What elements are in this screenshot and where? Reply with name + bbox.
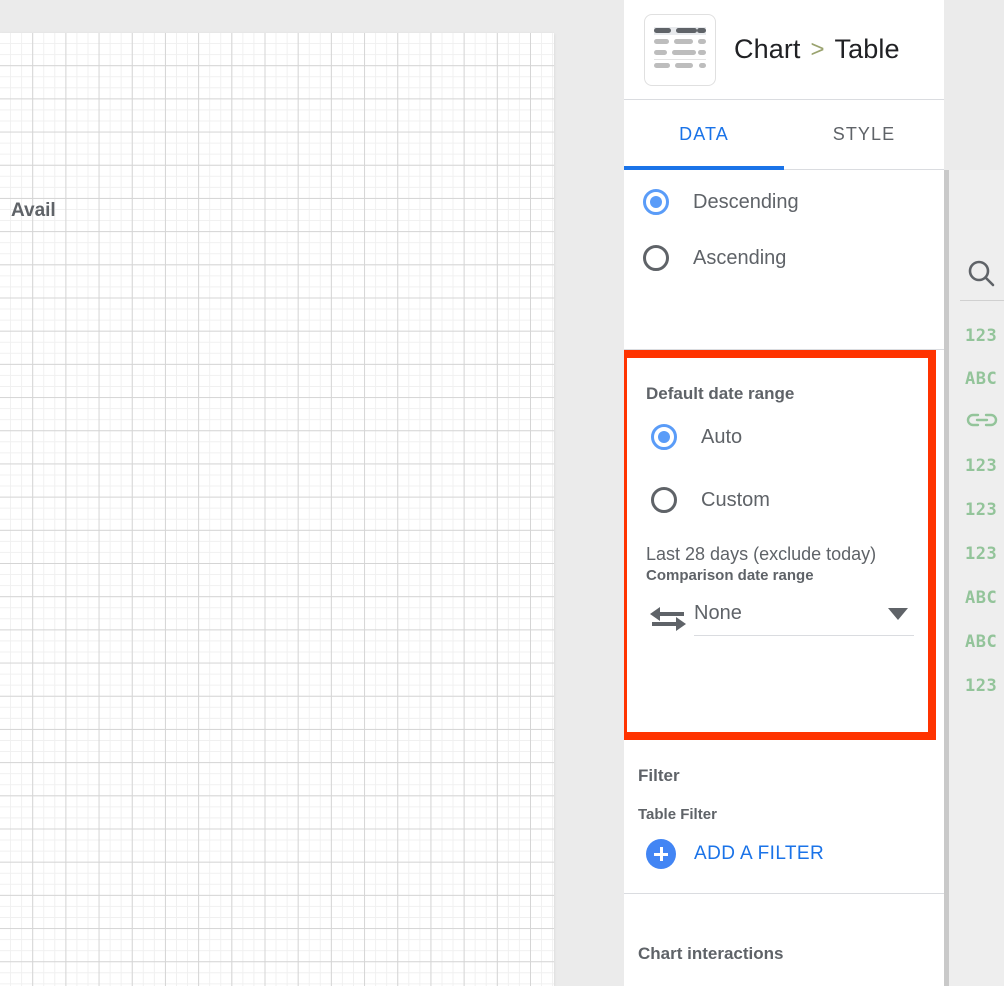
canvas-area <box>0 0 624 986</box>
table-icon-row <box>654 62 706 70</box>
field-type-badge[interactable]: ABC <box>965 632 997 652</box>
field-type-badge[interactable]: 123 <box>965 544 997 564</box>
tab-style[interactable]: STYLE <box>784 100 944 169</box>
date-range-option-custom[interactable]: Custom <box>646 470 914 530</box>
date-range-note: Last 28 days (exclude today) <box>646 544 914 565</box>
highlight-box-default-date-range: Default date range Auto Custom Last 28 d… <box>624 350 936 740</box>
comparison-date-range-title: Comparison date range <box>646 567 914 584</box>
date-range-option-custom-label: Custom <box>701 489 770 512</box>
chart-interactions-title: Chart interactions <box>638 900 930 964</box>
chevron-down-icon[interactable] <box>888 608 908 620</box>
comparison-date-range-dropdown[interactable]: None <box>694 602 914 636</box>
field-type-badge-link[interactable] <box>965 410 999 435</box>
filter-section: Filter Table Filter ADD A FILTER <box>624 740 944 894</box>
sort-order-section: Descending Ascending <box>624 170 944 350</box>
field-type-badge[interactable]: 123 <box>965 676 997 696</box>
default-date-range-section: Default date range Auto Custom Last 28 d… <box>627 358 928 732</box>
comparison-date-range-value: None <box>694 602 888 625</box>
chevron-right-icon: > <box>811 38 825 62</box>
application-window: Chart > Table DATA STYLE Descending <box>0 0 1004 986</box>
available-fields-title: Avail <box>11 200 56 222</box>
table-icon-row <box>654 27 706 35</box>
comparison-date-range-row[interactable]: None <box>646 602 914 636</box>
radio-descending[interactable] <box>643 189 669 215</box>
breadcrumb-current: Table <box>835 34 900 65</box>
search-icon[interactable] <box>949 250 1004 300</box>
add-a-filter-button[interactable]: ADD A FILTER <box>638 839 930 869</box>
field-search-input[interactable] <box>949 250 1004 300</box>
tab-data-label: DATA <box>679 124 729 145</box>
panel-header: Chart > Table <box>624 0 944 100</box>
field-type-badge[interactable]: ABC <box>965 369 997 389</box>
table-icon-row <box>654 49 706 60</box>
date-range-option-auto-label: Auto <box>701 426 742 449</box>
report-canvas[interactable] <box>0 33 554 986</box>
field-type-badge[interactable]: 123 <box>965 500 997 520</box>
compare-arrows-icon <box>646 605 690 633</box>
table-chart-icon[interactable] <box>644 14 716 86</box>
sort-option-ascending-label: Ascending <box>693 247 786 270</box>
tab-style-label: STYLE <box>833 124 896 145</box>
chart-properties-panel: Chart > Table DATA STYLE Descending <box>624 0 944 986</box>
link-icon <box>965 410 999 430</box>
add-a-filter-label: ADD A FILTER <box>694 843 824 865</box>
radio-ascending[interactable] <box>643 245 669 271</box>
panel-tabs: DATA STYLE <box>624 100 944 170</box>
panel-scroll-body[interactable]: Descending Ascending Default date range … <box>624 170 944 986</box>
filter-title: Filter <box>638 740 930 786</box>
radio-custom[interactable] <box>651 487 677 513</box>
sort-option-descending[interactable]: Descending <box>638 174 930 230</box>
field-type-badge[interactable]: 123 <box>965 326 997 346</box>
sort-option-descending-label: Descending <box>693 191 799 214</box>
sort-option-ascending[interactable]: Ascending <box>638 230 930 286</box>
breadcrumb: Chart > Table <box>734 34 900 65</box>
date-range-option-auto[interactable]: Auto <box>646 404 914 470</box>
add-circle-icon[interactable] <box>646 839 676 869</box>
chart-interactions-section: Chart interactions <box>624 900 944 986</box>
table-icon-row <box>654 38 706 46</box>
tab-data[interactable]: DATA <box>624 100 784 169</box>
default-date-range-title: Default date range <box>646 358 914 404</box>
field-type-badge[interactable]: ABC <box>965 588 997 608</box>
radio-auto[interactable] <box>651 424 677 450</box>
table-filter-label: Table Filter <box>638 806 930 823</box>
field-type-badge[interactable]: 123 <box>965 456 997 476</box>
breadcrumb-parent[interactable]: Chart <box>734 34 801 65</box>
fields-divider <box>960 300 1004 301</box>
